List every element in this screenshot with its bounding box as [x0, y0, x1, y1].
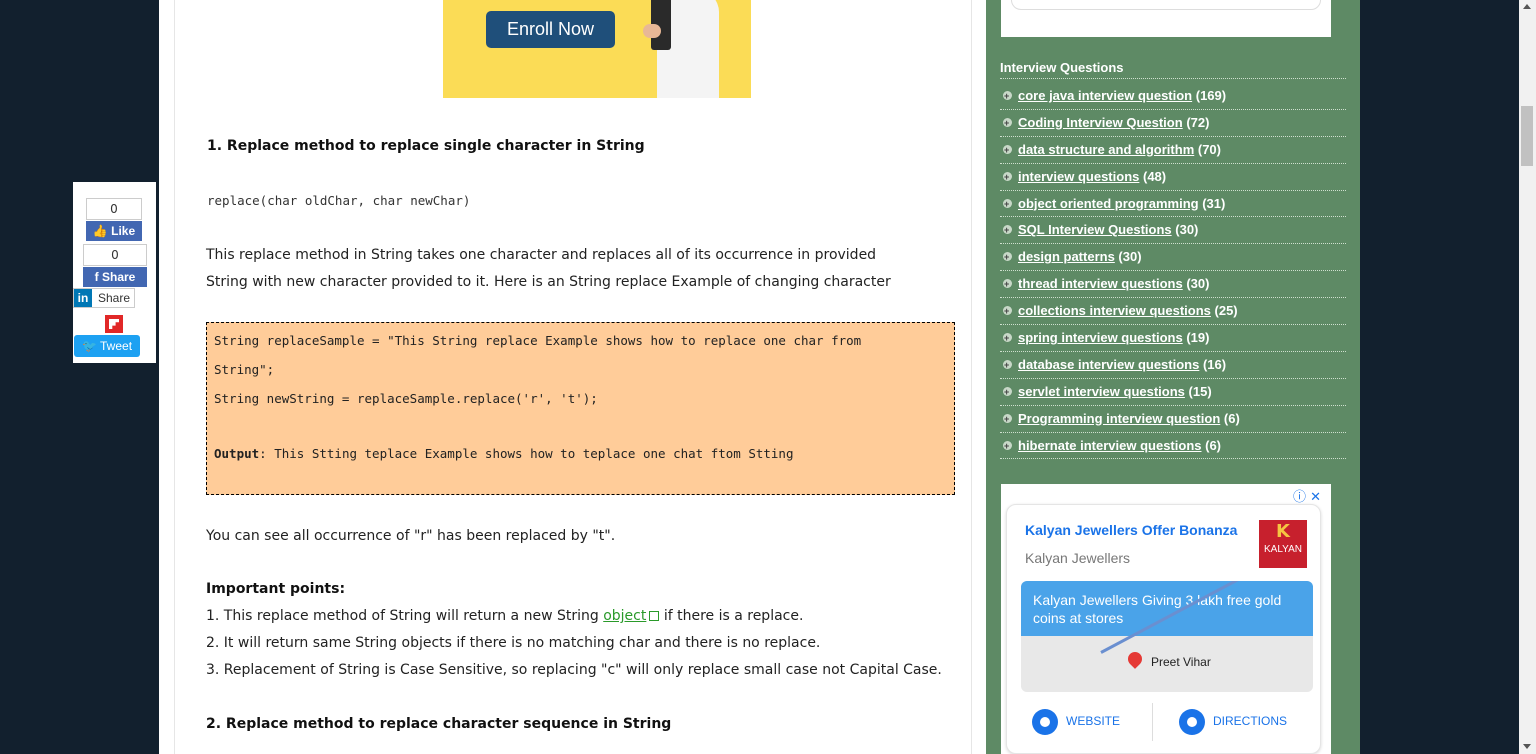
- ad-map-headline: Kalyan Jewellers Giving 3 lakh free gold…: [1021, 581, 1313, 636]
- main-content: Enroll Now 1. Replace method to replace …: [159, 0, 986, 754]
- important-points-heading: Important points:: [206, 581, 346, 597]
- plus-bullet-icon: [1003, 379, 1012, 405]
- plus-bullet-icon: [1003, 191, 1012, 217]
- globe-icon: [1032, 708, 1058, 735]
- category-link[interactable]: design patterns: [1018, 249, 1115, 264]
- map-place-label: Preet Vihar: [1151, 655, 1211, 669]
- plus-bullet-icon: [1003, 271, 1012, 297]
- list-item: collections interview questions (25): [1000, 298, 1346, 326]
- plus-bullet-icon: [1003, 244, 1012, 270]
- linkedin-share-button[interactable]: in Share: [73, 288, 135, 308]
- plus-bullet-icon: [1003, 406, 1012, 432]
- ad-card[interactable]: Kalyan Jewellers Offer Bonanza Kalyan Je…: [1006, 504, 1321, 754]
- sidebar-widget-top: [1001, 0, 1331, 37]
- category-link[interactable]: thread interview questions: [1018, 276, 1183, 291]
- website-button[interactable]: WEBSITE: [1032, 707, 1120, 735]
- facebook-like-button[interactable]: 👍 Like: [86, 221, 142, 241]
- sidebar: Interview Questions core java interview …: [986, 0, 1360, 754]
- list-item: database interview questions (16): [1000, 352, 1346, 379]
- list-item: object oriented programming (31): [1000, 191, 1346, 218]
- category-link[interactable]: Coding Interview Question: [1018, 115, 1183, 130]
- scroll-up-arrow-icon[interactable]: [1523, 4, 1531, 9]
- linkedin-icon: in: [74, 289, 92, 307]
- plus-bullet-icon: [1003, 433, 1012, 459]
- category-link[interactable]: SQL Interview Questions: [1018, 222, 1172, 237]
- list-item: SQL Interview Questions (30): [1000, 217, 1346, 245]
- category-link[interactable]: interview questions: [1018, 169, 1139, 184]
- plus-bullet-icon: [1003, 83, 1012, 109]
- flipboard-icon[interactable]: [105, 315, 123, 333]
- directions-icon: [1179, 708, 1205, 735]
- point-2: 2. It will return same String objects if…: [206, 635, 821, 651]
- category-link[interactable]: servlet interview questions: [1018, 384, 1185, 399]
- point-3: 3. Replacement of String is Case Sensiti…: [206, 662, 942, 678]
- output-label: Output: [214, 446, 260, 461]
- list-item: Coding Interview Question (72): [1000, 110, 1346, 137]
- plus-bullet-icon: [1003, 298, 1012, 324]
- enroll-now-button[interactable]: Enroll Now: [486, 11, 615, 48]
- list-item: Programming interview question (6): [1000, 406, 1346, 433]
- section-heading-1: 1. Replace method to replace single char…: [207, 138, 645, 154]
- code-line: String";: [214, 362, 275, 377]
- directions-button[interactable]: DIRECTIONS: [1179, 707, 1287, 735]
- scrollbar[interactable]: [1519, 0, 1536, 754]
- kalyan-logo: K KALYAN: [1259, 520, 1307, 568]
- scroll-down-arrow-icon[interactable]: [1523, 744, 1531, 749]
- ad-person-image: [643, 0, 719, 98]
- list-item: thread interview questions (30): [1000, 271, 1346, 299]
- share-count: 0: [83, 244, 147, 266]
- code-example-box: String replaceSample = "This String repl…: [206, 322, 955, 495]
- method-signature: replace(char oldChar, char newChar): [207, 193, 471, 208]
- code-line: String replaceSample = "This String repl…: [214, 333, 862, 348]
- map-pin-icon: [1125, 649, 1145, 669]
- external-link-icon: [649, 611, 660, 621]
- course-ad-banner[interactable]: Enroll Now: [443, 0, 751, 98]
- code-line: String newString = replaceSample.replace…: [214, 391, 598, 406]
- list-item: servlet interview questions (15): [1000, 379, 1346, 406]
- list-item: hibernate interview questions (6): [1000, 433, 1346, 460]
- list-item: interview questions (48): [1000, 164, 1346, 191]
- list-item: design patterns (30): [1000, 244, 1346, 272]
- interview-questions-list: core java interview question (169) Codin…: [1000, 83, 1346, 460]
- category-link[interactable]: data structure and algorithm: [1018, 142, 1194, 157]
- category-link[interactable]: core java interview question: [1018, 88, 1192, 103]
- category-link[interactable]: spring interview questions: [1018, 330, 1183, 345]
- ad-title[interactable]: Kalyan Jewellers Offer Bonanza: [1025, 522, 1237, 538]
- list-item: data structure and algorithm (70): [1000, 137, 1346, 164]
- like-count: 0: [86, 198, 142, 220]
- list-item: spring interview questions (19): [1000, 325, 1346, 352]
- article-container: Enroll Now 1. Replace method to replace …: [174, 0, 972, 754]
- plus-bullet-icon: [1003, 137, 1012, 163]
- tweet-button[interactable]: 🐦 Tweet: [74, 335, 140, 357]
- section-heading-2: 2. Replace method to replace character s…: [206, 716, 672, 732]
- list-item: core java interview question (169): [1000, 83, 1346, 110]
- sidebar-ad[interactable]: ⓘ ✕ Kalyan Jewellers Offer Bonanza Kalya…: [1001, 484, 1331, 754]
- ad-subtitle: Kalyan Jewellers: [1025, 550, 1131, 566]
- facebook-share-button[interactable]: f Share: [83, 267, 147, 287]
- ad-map[interactable]: Kalyan Jewellers Giving 3 lakh free gold…: [1021, 581, 1313, 692]
- plus-bullet-icon: [1003, 352, 1012, 378]
- ad-actions: WEBSITE DIRECTIONS: [1007, 703, 1322, 743]
- category-link[interactable]: object oriented programming: [1018, 196, 1199, 211]
- social-share-bar: 0 👍 Like 0 f Share in Share 🐦 Tweet: [73, 182, 156, 363]
- plus-bullet-icon: [1003, 110, 1012, 136]
- code-output-line: Output: This Stting teplace Example show…: [214, 446, 793, 461]
- category-link[interactable]: collections interview questions: [1018, 303, 1211, 318]
- plus-bullet-icon: [1003, 164, 1012, 190]
- interview-questions-title: Interview Questions: [1000, 60, 1346, 79]
- output-text: : This Stting teplace Example shows how …: [259, 446, 794, 461]
- point-1: 1. This replace method of String will re…: [206, 608, 804, 624]
- category-link[interactable]: database interview questions: [1018, 357, 1199, 372]
- category-link[interactable]: Programming interview question: [1018, 411, 1220, 426]
- object-link[interactable]: object: [603, 608, 646, 624]
- paragraph-line: This replace method in String takes one …: [206, 247, 877, 263]
- plus-bullet-icon: [1003, 217, 1012, 243]
- ad-info-close-icon[interactable]: ⓘ ✕: [1293, 486, 1321, 505]
- paragraph-line: String with new character provided to it…: [206, 274, 891, 290]
- plus-bullet-icon: [1003, 325, 1012, 351]
- scroll-thumb[interactable]: [1521, 106, 1533, 166]
- category-link[interactable]: hibernate interview questions: [1018, 438, 1202, 453]
- paragraph: You can see all occurrence of "r" has be…: [206, 528, 616, 544]
